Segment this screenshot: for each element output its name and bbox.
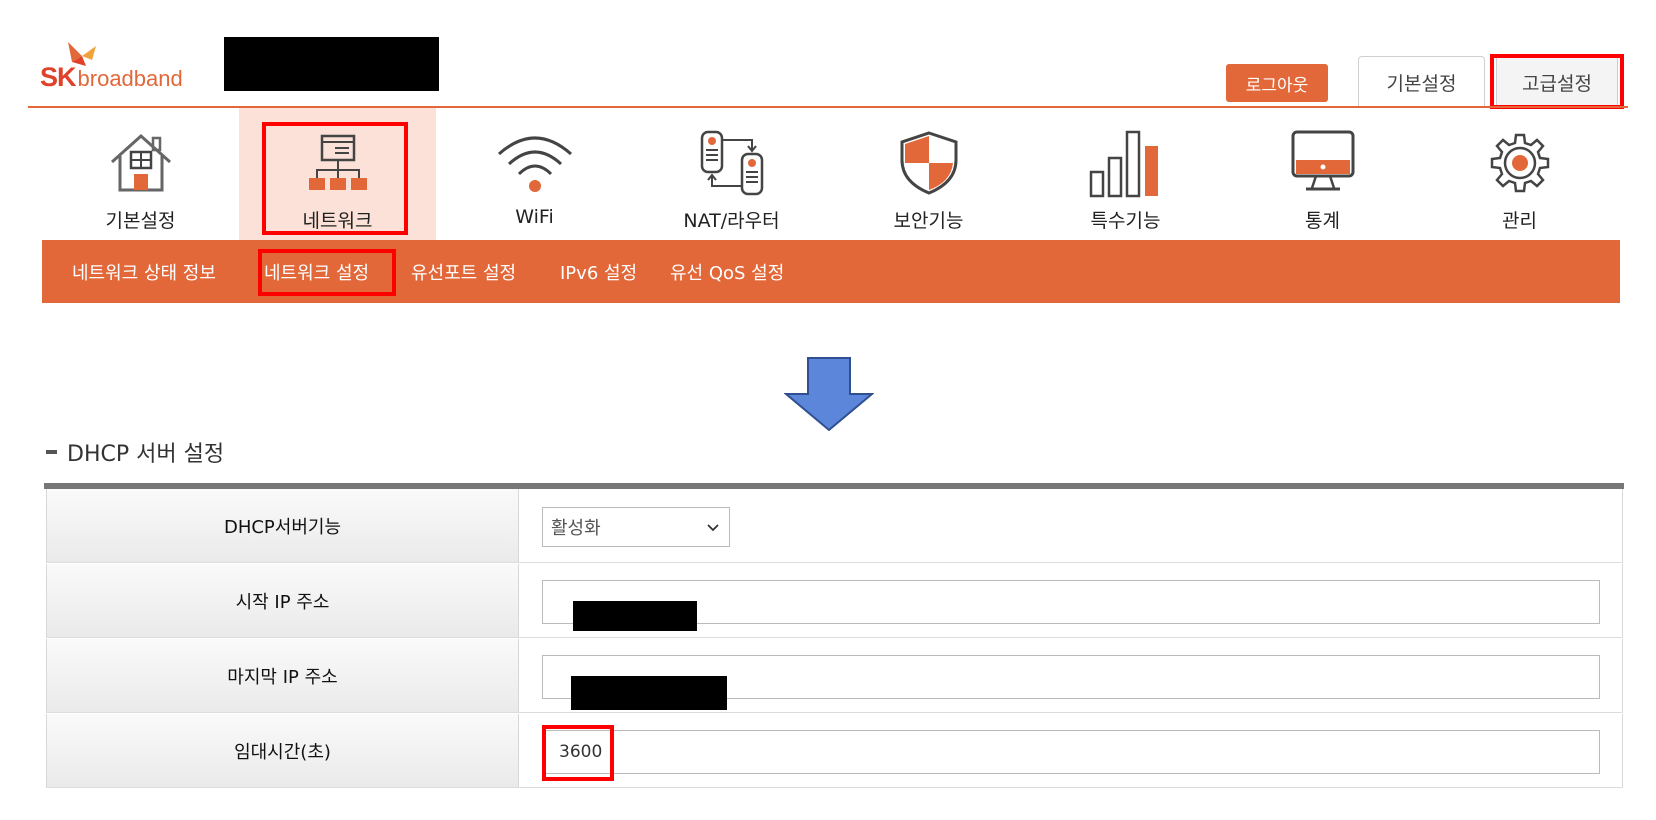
redacted-end-ip [571,676,727,710]
tab-advanced-settings[interactable]: 고급설정 [1496,56,1618,108]
row-lease-time: 임대시간(초) 3600 [46,714,1623,788]
lease-time-text: 3600 [559,742,603,762]
start-ip-input[interactable] [542,580,1600,631]
menu-label-nat: NAT/라우터 [683,210,780,232]
submenu-ipv6-settings[interactable]: IPv6 설정 [560,259,637,285]
menu-label-admin: 관리 [1502,210,1537,232]
menu-item-admin[interactable]: 관리 [1421,108,1618,240]
dhcp-server-selected: 활성화 [551,518,601,539]
section-title: DHCP 서버 설정 [46,436,224,468]
end-ip-input[interactable] [542,655,1600,710]
house-icon [110,133,171,192]
menu-label-special: 특수기능 [1090,210,1161,232]
router-icon [700,130,763,196]
dhcp-server-select[interactable]: 활성화 [542,507,730,547]
section-title-text: DHCP 서버 설정 [67,442,225,467]
bar-chart-icon [1089,130,1158,198]
row-dhcp-server: DHCP서버기능 활성화 [46,489,1623,563]
menu-item-special[interactable]: 특수기능 [1027,108,1224,240]
chevron-down-icon [707,524,719,532]
shield-icon [900,131,957,195]
dhcp-server-value: 활성화 [519,489,1623,562]
menu-label-network: 네트워크 [302,210,373,232]
row-end-ip: 마지막 IP 주소 [46,639,1623,713]
menu-label-wifi: WiFi [515,206,554,228]
redacted-start-ip [573,601,697,631]
lease-time-value: 3600 [519,714,1623,787]
end-ip-label: 마지막 IP 주소 [46,639,519,712]
row-start-ip: 시작 IP 주소 [46,564,1623,638]
monitor-icon [1291,130,1354,191]
logo-broadband: broadband [77,66,183,91]
start-ip-label: 시작 IP 주소 [46,564,519,637]
submenu-wired-port-settings[interactable]: 유선포트 설정 [411,259,516,285]
logout-button[interactable]: 로그아웃 [1226,64,1328,102]
dhcp-server-label: DHCP서버기능 [46,489,519,562]
menu-item-basic[interactable]: 기본설정 [42,108,239,240]
submenu-bar: 네트워크 상태 정보 네트워크 설정 유선포트 설정 IPv6 설정 유선 Qo… [42,240,1620,303]
menu-item-stats[interactable]: 통계 [1224,108,1421,240]
submenu-wired-qos-settings[interactable]: 유선 QoS 설정 [670,259,784,285]
section-bullet [46,450,57,454]
lease-time-input[interactable]: 3600 [542,730,1600,774]
menu-item-network[interactable]: 네트워크 [239,108,436,240]
submenu-network-settings[interactable]: 네트워크 설정 [264,259,369,285]
menu-label-basic: 기본설정 [105,210,176,232]
sk-broadband-logo[interactable]: SKbroadband [40,38,200,94]
submenu-network-status[interactable]: 네트워크 상태 정보 [72,259,216,285]
lease-time-label: 임대시간(초) [46,714,519,787]
wifi-icon [497,136,572,192]
logo-text: SKbroadband [40,62,183,93]
network-icon [308,134,367,190]
tab-basic-settings[interactable]: 기본설정 [1358,56,1485,108]
redacted-model-name [224,37,439,91]
start-ip-value [519,564,1623,637]
menu-item-nat[interactable]: NAT/라우터 [633,108,830,240]
gear-icon [1490,133,1549,193]
menu-label-security: 보안기능 [893,210,964,232]
logo-sk: SK [40,62,77,92]
menu-item-security[interactable]: 보안기능 [830,108,1027,240]
end-ip-value [519,639,1623,712]
down-arrow-icon [784,357,874,432]
menu-label-stats: 통계 [1305,210,1340,232]
menu-item-wifi[interactable]: WiFi [436,108,633,240]
